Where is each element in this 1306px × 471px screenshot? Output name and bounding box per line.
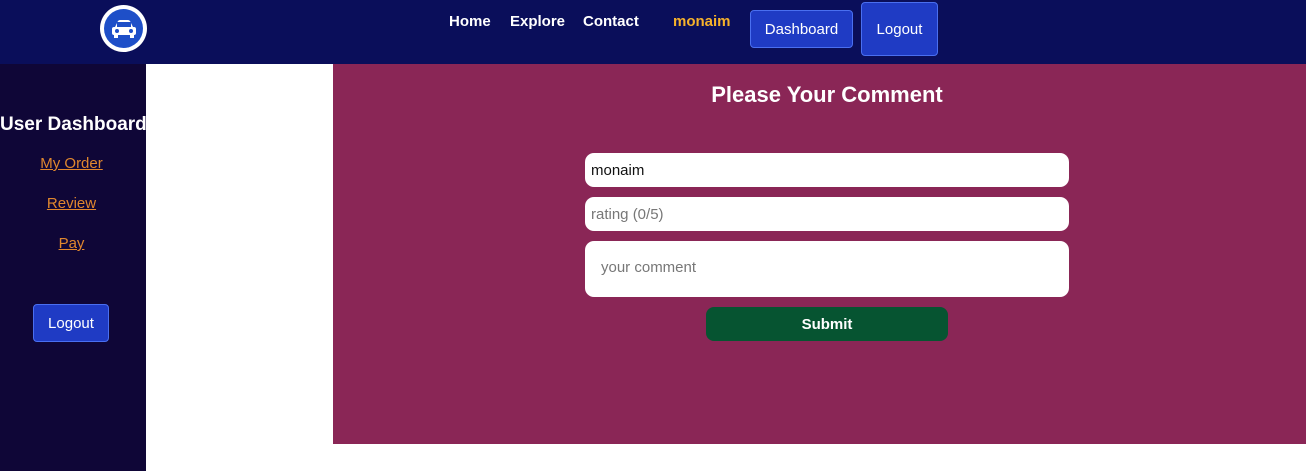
dashboard-sidebar: User Dashboard My Order Review Pay Logou… — [0, 64, 147, 471]
top-navbar: Home Explore Contact monaim Dashboard Lo… — [0, 0, 1306, 64]
dashboard-button[interactable]: Dashboard — [750, 10, 853, 48]
sidebar-item-my-order[interactable]: My Order — [0, 155, 143, 172]
rating-input[interactable] — [585, 197, 1069, 231]
sidebar-item-pay[interactable]: Pay — [0, 235, 143, 252]
sidebar-item-review[interactable]: Review — [0, 195, 143, 212]
sidebar-title: User Dashboard — [0, 114, 147, 135]
comment-textarea[interactable] — [585, 241, 1069, 297]
nav-contact-link[interactable]: Contact — [583, 13, 639, 30]
nav-home-link[interactable]: Home — [449, 13, 491, 30]
username-label: monaim — [673, 13, 731, 30]
sidebar-logout-button[interactable]: Logout — [33, 304, 109, 342]
comment-panel: Please Your Comment Submit — [333, 64, 1306, 444]
car-icon — [111, 19, 136, 38]
logo-circle — [104, 9, 143, 48]
comment-form-title: Please Your Comment — [711, 82, 943, 107]
site-logo[interactable] — [100, 5, 147, 52]
nav-explore-link[interactable]: Explore — [510, 13, 565, 30]
logout-button-top[interactable]: Logout — [861, 2, 938, 56]
name-input[interactable] — [585, 153, 1069, 187]
submit-button[interactable]: Submit — [706, 307, 948, 341]
